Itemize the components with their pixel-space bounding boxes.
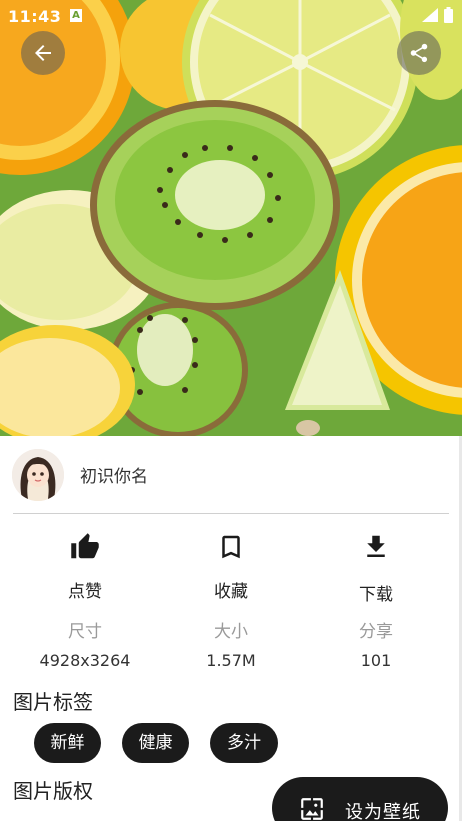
download-label[interactable]: 下载: [336, 580, 416, 605]
wallpaper-icon: [301, 798, 323, 820]
signal-icon: [422, 8, 438, 22]
filesize-label: 大小: [214, 622, 248, 642]
tag-chip[interactable]: 多汁: [210, 723, 278, 763]
share-count-value: 101: [360, 651, 392, 670]
size-value: 4928x3264: [39, 651, 131, 670]
avatar[interactable]: [12, 449, 64, 501]
share-count-label: 分享: [359, 622, 393, 642]
filesize-value: 1.57M: [206, 651, 256, 670]
set-wallpaper-button[interactable]: 设为壁纸: [272, 777, 448, 821]
share-icon: [410, 43, 428, 63]
like-label[interactable]: 点赞: [45, 577, 125, 602]
status-bar: 11:43 A: [0, 0, 462, 32]
copyright-section-title: 图片版权: [13, 779, 93, 803]
download-icon[interactable]: [361, 532, 391, 562]
favorite-label[interactable]: 收藏: [191, 577, 271, 602]
size-label: 尺寸: [68, 622, 102, 642]
arrow-left-icon: [35, 45, 51, 61]
share-button[interactable]: [397, 31, 441, 75]
author-name[interactable]: 初识你名: [80, 462, 148, 487]
tag-chip[interactable]: 新鲜: [34, 723, 101, 763]
status-time: 11:43: [8, 7, 62, 26]
bookmark-icon[interactable]: [216, 532, 246, 562]
notification-a-icon: A: [70, 9, 82, 22]
tags-section-title: 图片标签: [13, 690, 93, 714]
set-wallpaper-label: 设为壁纸: [345, 802, 421, 821]
back-button[interactable]: [21, 31, 65, 75]
thumb-up-icon[interactable]: [70, 532, 100, 562]
tag-chip[interactable]: 健康: [122, 723, 189, 763]
wallpaper-preview-image: [0, 0, 462, 436]
battery-icon: [444, 7, 453, 23]
divider: [13, 513, 449, 514]
